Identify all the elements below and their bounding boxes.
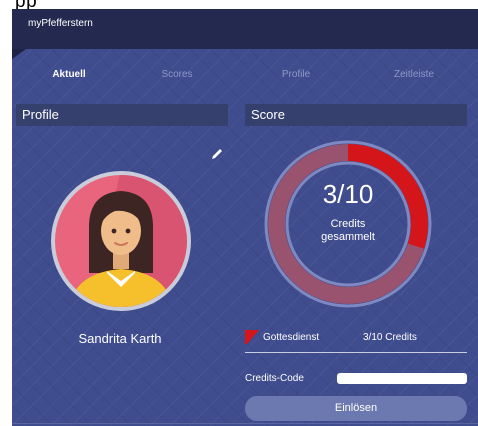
app-window: myPfefferstern Aktuell Scores Profile Ze… (12, 9, 478, 426)
profile-section-heading: Profile (16, 104, 228, 126)
red-flag-icon (245, 330, 259, 344)
tab-scores[interactable]: Scores (161, 69, 192, 80)
credits-code-input[interactable] (337, 373, 467, 384)
pencil-icon[interactable] (209, 146, 225, 162)
redeem-button[interactable]: Einlösen (245, 396, 467, 421)
app-header: myPfefferstern (12, 9, 478, 59)
category-credits: 3/10 Credits (363, 332, 417, 343)
tab-bar: Aktuell Scores Profile Zeitleiste (12, 69, 478, 89)
credits-code-label: Credits-Code (245, 373, 304, 384)
score-label-line2: gesammelt (321, 231, 375, 243)
user-name: Sandrita Karth (78, 331, 162, 346)
score-value: 3/10 (322, 179, 374, 209)
score-section-heading: Score (245, 104, 467, 126)
tab-aktuell[interactable]: Aktuell (52, 69, 85, 80)
score-label: Credits gesammelt (263, 218, 433, 244)
score-label-line1: Credits (330, 218, 366, 230)
app-title: myPfefferstern (28, 18, 93, 29)
female-user-avatar-icon (51, 171, 191, 311)
bottom-divider (12, 423, 478, 424)
category-name: Gottesdienst (263, 332, 320, 343)
tab-zeitleiste[interactable]: Zeitleiste (394, 69, 434, 80)
divider (245, 352, 467, 353)
tab-profile[interactable]: Profile (282, 69, 310, 80)
